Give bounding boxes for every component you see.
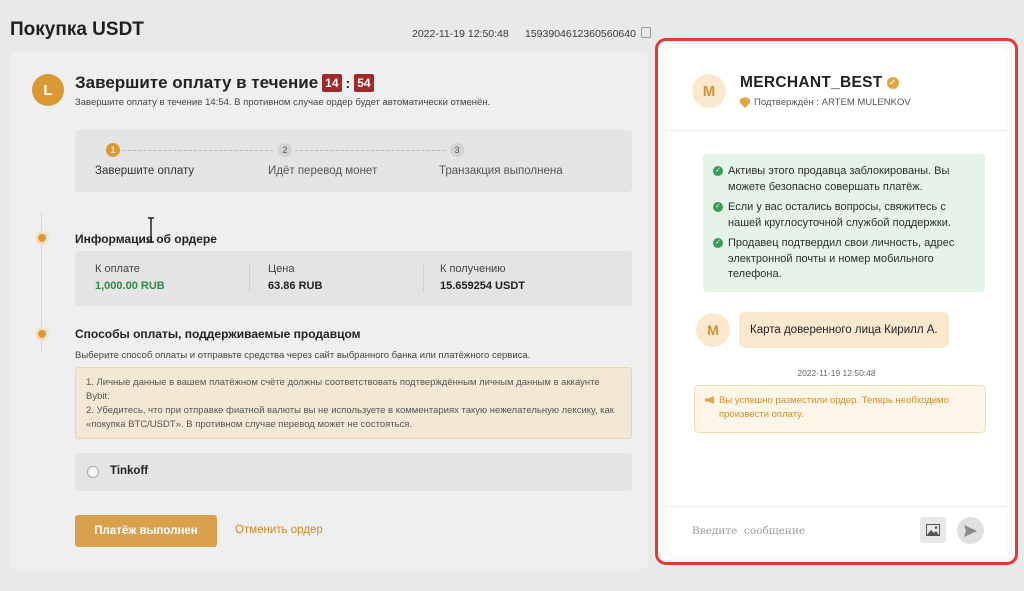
step-connector <box>123 150 273 151</box>
chat-header: M MERCHANT_BEST ✓ Подтверждён : ARTEM MU… <box>666 48 1007 131</box>
safety-item: ✓ Активы этого продавца заблокированы. В… <box>713 164 975 195</box>
amount-to-receive-label: К получению <box>440 263 506 275</box>
message-timestamp: 2022-11-19 12:50:48 <box>797 368 876 378</box>
price-label: Цена <box>268 263 295 275</box>
step-3-label: Транзакция выполнена <box>439 165 563 177</box>
merchant-avatar: M <box>692 74 726 108</box>
speaker-icon <box>705 396 714 404</box>
timeline-dot <box>38 330 46 338</box>
payment-methods-title: Способы оплаты, поддерживаемые продавцом <box>75 327 361 341</box>
send-icon <box>964 524 977 537</box>
amount-to-receive-value: 15.659254 USDT <box>440 280 525 292</box>
payment-heading: Завершите оплату в течение 14 : 54 <box>75 73 374 93</box>
step-2-number: 2 <box>278 143 292 157</box>
price-value: 63.86 RUB <box>268 280 323 292</box>
top-bar: Покупка USDT 2022-11-19 12:50:48 1593904… <box>0 0 655 50</box>
safety-item: ✓ Если у вас остались вопросы, свяжитесь… <box>713 200 975 231</box>
order-info-box: К оплате 1,000.00 RUB Цена 63.86 RUB К п… <box>75 251 632 306</box>
chat-panel: M MERCHANT_BEST ✓ Подтверждён : ARTEM MU… <box>666 48 1007 555</box>
step-3-number: 3 <box>450 143 464 157</box>
verified-text: Подтверждён : ARTEM MULENKOV <box>754 97 911 108</box>
warning-line-1: 1. Личные данные в вашем платёжном счёте… <box>86 377 600 402</box>
timeline-dot <box>38 234 46 242</box>
step-2-label: Идёт перевод монет <box>268 165 378 177</box>
step-1-number: 1 <box>106 143 120 157</box>
shield-icon <box>740 97 750 108</box>
order-info-title: Информация об ордере <box>75 232 217 246</box>
safety-item: ✓ Продавец подтвердил свои личность, адр… <box>713 236 975 283</box>
cancel-order-link[interactable]: Отменить ордер <box>235 524 323 536</box>
payment-method-option[interactable]: Tinkoff <box>75 453 632 491</box>
payment-methods-subtitle: Выберите способ оплаты и отправьте средс… <box>75 350 531 361</box>
timer-seconds: 54 <box>354 74 374 92</box>
send-button[interactable] <box>957 517 984 544</box>
order-date: 2022-11-19 12:50:48 <box>412 28 509 40</box>
timer-minutes: 14 <box>322 74 342 92</box>
order-card: L Завершите оплату в течение 14 : 54 Зав… <box>10 52 648 569</box>
timer-separator: : <box>345 75 351 91</box>
chat-input-row <box>666 506 1007 555</box>
image-icon <box>926 524 940 536</box>
method-name: Tinkoff <box>110 465 149 477</box>
step-connector <box>295 150 445 151</box>
merchant-badge-icon: ✓ <box>886 77 899 89</box>
verified-status: Подтверждён : ARTEM MULENKOV <box>740 97 911 108</box>
check-icon: ✓ <box>713 202 723 212</box>
system-message: Вы успешно разместили ордер. Теперь необ… <box>694 385 986 433</box>
divider <box>249 263 250 293</box>
check-icon: ✓ <box>713 238 723 248</box>
chat-highlight-frame: M MERCHANT_BEST ✓ Подтверждён : ARTEM MU… <box>655 38 1018 565</box>
amount-to-pay-label: К оплате <box>95 263 140 275</box>
warning-line-2: 2. Убедитесь, что при отправке фиатной в… <box>86 405 614 430</box>
step-1-label: Завершите оплату <box>95 165 195 177</box>
message-avatar: M <box>696 313 730 347</box>
system-message-text: Вы успешно разместили ордер. Теперь необ… <box>719 395 949 420</box>
merchant-name: MERCHANT_BEST ✓ <box>740 74 899 92</box>
safety-text: Активы этого продавца заблокированы. Вы … <box>728 165 950 193</box>
merchant-name-text: MERCHANT_BEST <box>740 74 883 91</box>
divider <box>423 263 424 293</box>
payment-warning: 1. Личные данные в вашем платёжном счёте… <box>75 367 632 439</box>
check-icon: ✓ <box>713 166 723 176</box>
amount-to-pay-value: 1,000.00 RUB <box>95 280 165 292</box>
safety-text: Если у вас остались вопросы, свяжитесь с… <box>728 201 951 229</box>
method-radio[interactable] <box>87 466 99 478</box>
payment-subtitle: Завершите оплату в течение 14:54. В прот… <box>75 97 491 108</box>
seller-avatar: L <box>32 74 64 106</box>
payment-done-button[interactable]: Платёж выполнен <box>75 515 217 547</box>
payment-heading-text: Завершите оплату в течение <box>75 73 319 92</box>
copy-icon[interactable] <box>641 27 651 38</box>
safety-notice: ✓ Активы этого продавца заблокированы. В… <box>703 154 985 292</box>
image-upload-button[interactable] <box>920 517 946 543</box>
chat-message: Карта доверенного лица Кирилл А. <box>739 312 949 348</box>
page-title: Покупка USDT <box>10 19 144 40</box>
progress-steps: 1 Завершите оплату 2 Идёт перевод монет … <box>75 130 632 192</box>
order-id: 1593904612360560640 <box>525 28 636 40</box>
message-input[interactable] <box>692 521 892 541</box>
safety-text: Продавец подтвердил свои личность, адрес… <box>728 237 955 280</box>
